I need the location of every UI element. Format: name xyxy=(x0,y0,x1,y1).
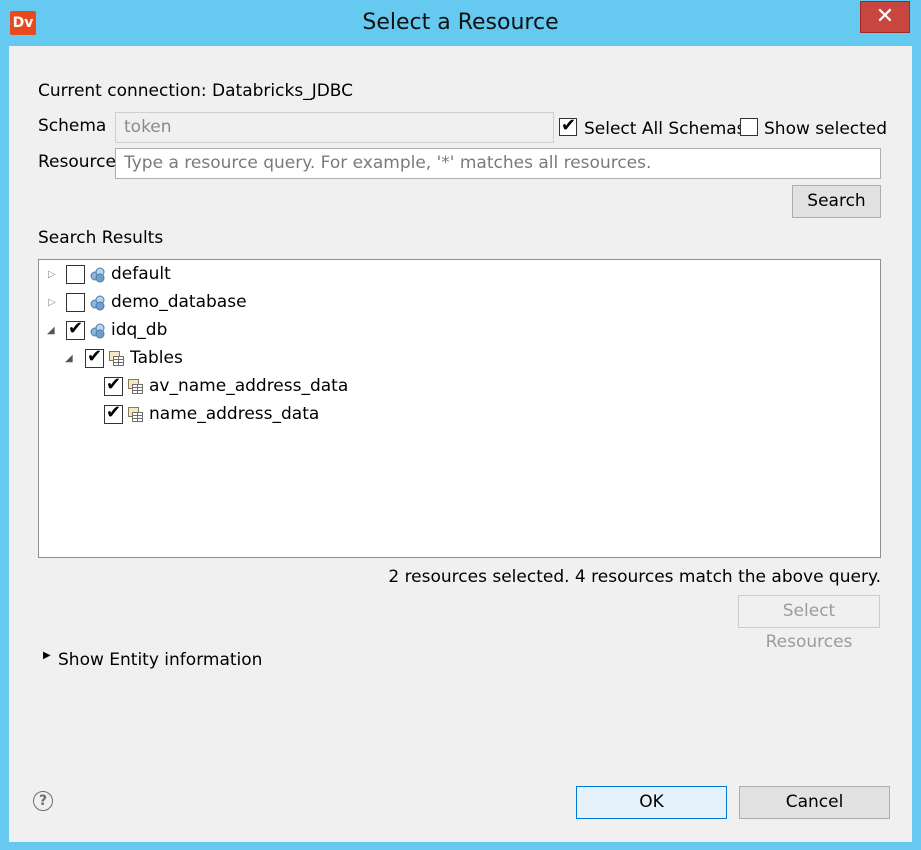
checkmark-icon: ✔ xyxy=(106,402,122,423)
tree-row-tables[interactable]: ◢ ✔ Tables xyxy=(39,346,880,373)
dialog-window: Dv Select a Resource ✕ Current connectio… xyxy=(0,0,921,850)
tree-row-name-address-data[interactable]: ✔ name_address_data xyxy=(39,402,880,429)
row-checkbox[interactable]: ✔ xyxy=(104,374,123,396)
database-icon xyxy=(90,267,105,283)
checkmark-icon: ✔ xyxy=(68,318,84,339)
cancel-button[interactable]: Cancel xyxy=(739,786,890,819)
database-icon xyxy=(90,295,105,311)
schema-label: Schema xyxy=(38,116,107,136)
show-entity-information-toggle[interactable]: Show Entity information xyxy=(58,650,262,670)
select-all-schemas-label: Select All Schemas xyxy=(584,119,746,139)
search-button[interactable]: Search xyxy=(792,185,881,218)
resource-query-input[interactable]: Type a resource query. For example, '*' … xyxy=(115,148,881,179)
database-icon xyxy=(90,323,105,339)
table-icon xyxy=(128,407,143,422)
node-label: idq_db xyxy=(111,320,168,340)
row-checkbox[interactable]: ✔ xyxy=(85,346,104,368)
checkmark-icon: ✔ xyxy=(87,346,103,367)
node-label: av_name_address_data xyxy=(149,376,349,396)
row-checkbox[interactable] xyxy=(66,293,85,312)
table-folder-icon xyxy=(109,351,124,366)
tree-row-idq-db[interactable]: ◢ ✔ idq_db xyxy=(39,318,880,345)
select-resources-button[interactable]: Select Resources xyxy=(738,595,880,652)
expand-arrow-icon[interactable]: ▷ xyxy=(48,297,56,308)
tree-row-av-name-address-data[interactable]: ✔ av_name_address_data xyxy=(39,374,880,401)
dialog-title: Select a Resource xyxy=(362,10,559,35)
ok-button[interactable]: OK xyxy=(576,786,727,819)
tree-row-default[interactable]: ▷ default xyxy=(39,263,880,289)
row-checkbox[interactable] xyxy=(66,265,85,284)
show-selected-checkbox[interactable] xyxy=(740,118,758,136)
selection-status-text: 2 resources selected. 4 resources match … xyxy=(388,567,881,587)
connection-label: Current connection: Databricks_JDBC xyxy=(38,81,354,101)
expand-arrow-icon[interactable]: ▷ xyxy=(48,269,56,280)
node-label: demo_database xyxy=(111,292,247,312)
show-selected-label: Show selected xyxy=(764,119,888,139)
dialog-content: Current connection: Databricks_JDBC Sche… xyxy=(9,46,912,842)
close-icon: ✕ xyxy=(875,4,895,29)
title-bar: Dv Select a Resource ✕ xyxy=(0,0,921,46)
help-icon[interactable]: ? xyxy=(33,791,53,811)
row-checkbox[interactable]: ✔ xyxy=(66,318,85,340)
select-all-schemas-checkbox[interactable]: ✔ xyxy=(559,115,577,136)
node-label: default xyxy=(111,264,171,284)
row-checkbox[interactable]: ✔ xyxy=(104,402,123,424)
tree-row-demo-database[interactable]: ▷ demo_database xyxy=(39,291,880,317)
node-label: Tables xyxy=(130,348,183,368)
collapse-arrow-icon[interactable]: ◢ xyxy=(65,353,73,364)
search-results-label: Search Results xyxy=(38,228,164,248)
checkmark-icon: ✔ xyxy=(561,115,577,136)
checkmark-icon: ✔ xyxy=(106,374,122,395)
table-icon xyxy=(128,379,143,394)
node-label: name_address_data xyxy=(149,404,320,424)
results-tree[interactable]: ▷ default ▷ demo_database ◢ ✔ idq_db ◢ ✔… xyxy=(38,259,881,558)
schema-field: token xyxy=(115,112,554,143)
expand-triangle-icon[interactable]: ▶ xyxy=(43,650,51,661)
close-button[interactable]: ✕ xyxy=(860,1,910,33)
resource-label: Resource xyxy=(38,152,116,172)
collapse-arrow-icon[interactable]: ◢ xyxy=(47,325,55,336)
